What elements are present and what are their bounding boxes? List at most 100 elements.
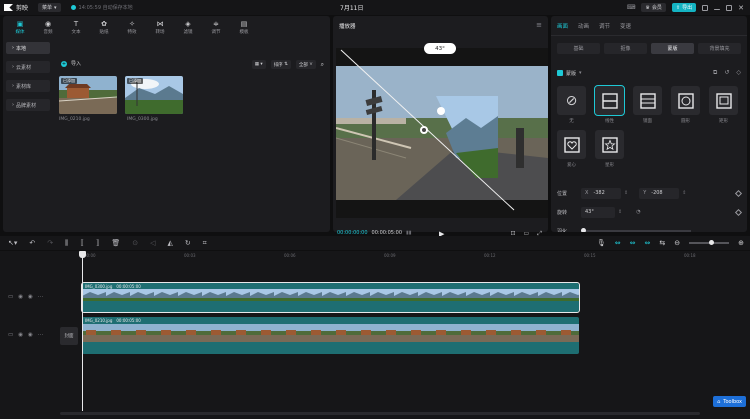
magnet-icon[interactable]: ⇔ (630, 239, 636, 247)
sidebar-item-cloud[interactable]: › 云素材 (6, 61, 50, 73)
clip-img0300[interactable]: IMG_0300.jpg 00:00:05:00 (81, 282, 580, 313)
position-label: 位置 (557, 190, 568, 197)
link-icon[interactable]: ⇔ (645, 239, 651, 247)
ruler-tick-label: 00:12 (484, 253, 496, 258)
mirror-icon[interactable]: ◭ (167, 239, 172, 247)
freeze-icon[interactable]: ⊙ (132, 239, 138, 247)
keyframe-icon[interactable] (734, 189, 743, 197)
added-badge: 已添加 (61, 78, 77, 84)
filter-all-button[interactable]: 全部 ⋎ (295, 60, 316, 69)
sidebar-item-brand[interactable]: › 品牌素材 (6, 99, 50, 111)
zoom-out-icon[interactable]: ⊖ (674, 239, 680, 247)
zoom-in-icon[interactable]: ⊕ (738, 239, 744, 247)
position-x-field[interactable]: X -382 (581, 187, 621, 199)
reset-icon[interactable]: ↺ (724, 69, 729, 77)
preview-canvas[interactable] (336, 48, 548, 218)
visibility-icon[interactable]: ◉ (18, 332, 23, 338)
select-tool-icon[interactable]: ↖▾ (8, 239, 17, 247)
audio-icon[interactable]: ◉ (28, 332, 33, 338)
tab-media-5[interactable]: ⋈ 转场 (149, 16, 171, 38)
mask-star[interactable]: 星形 (595, 130, 624, 168)
zoom-slider[interactable] (689, 240, 730, 245)
tab-picture[interactable]: 画面 (557, 22, 568, 30)
toolbox-button[interactable]: ⌂ Toolbox (713, 396, 746, 407)
cover-button[interactable]: 封面 (60, 327, 78, 345)
linear-mask-icon (601, 92, 618, 109)
rotate-field[interactable]: 43° (581, 206, 615, 218)
trim-right-icon[interactable]: ⟧ (96, 239, 99, 247)
tab-media-7[interactable]: ≑ 调节 (205, 16, 227, 38)
lock-icon[interactable]: ▭ (8, 294, 13, 300)
timeline-scrollbar[interactable] (60, 412, 700, 415)
feather-slider[interactable] (581, 228, 691, 232)
import-button[interactable]: + 导入 (61, 60, 81, 67)
undo-icon[interactable]: ↶ (29, 239, 35, 247)
close-icon[interactable]: ✕ (738, 4, 744, 12)
time-ruler[interactable]: 00:00 00:03 00:06 00:09 00:12 00:15 00:18 (80, 251, 750, 261)
split-icon[interactable]: ⫼ (65, 239, 68, 248)
subtab-background[interactable]: 背景填充 (698, 43, 741, 54)
search-icon[interactable]: ⌕ (321, 61, 324, 69)
feather-row: 羽化 (557, 225, 741, 232)
minimize-icon[interactable] (714, 8, 721, 10)
mask-none[interactable]: ⊘ 无 (557, 86, 586, 124)
tab-media-3[interactable]: ✿ 贴纸 (93, 16, 115, 38)
ruler-tick-label: 00:06 (284, 253, 296, 258)
menu-button[interactable]: 菜单 ▾ (38, 3, 61, 12)
keyframe-icon[interactable]: ◇ (736, 69, 741, 77)
sort-button[interactable]: 排序 ⇅ (270, 60, 291, 69)
mask-circle[interactable]: 圆形 (671, 86, 700, 124)
audio-icon[interactable]: ◉ (28, 294, 33, 300)
more-icon[interactable]: ⋯ (38, 332, 44, 338)
sidebar-item-local[interactable]: › 本地 (6, 42, 50, 54)
mask-linear[interactable]: 线性 (594, 85, 625, 124)
invert-icon[interactable]: ⧉ (713, 69, 717, 77)
tab-media-1[interactable]: ◉ 音频 (37, 16, 59, 38)
tab-media-0[interactable]: ▣ 媒体 (9, 16, 31, 38)
mask-checkbox[interactable] (557, 70, 563, 76)
export-button[interactable]: ⇪ 导出 (671, 3, 697, 12)
lock-icon[interactable]: ▭ (8, 332, 13, 338)
subtab-mask[interactable]: 蒙版 (651, 43, 694, 54)
media-thumb-img0300[interactable]: 已添加 (125, 76, 183, 114)
position-y-field[interactable]: Y -208 (639, 187, 680, 199)
tab-media-4[interactable]: ✧ 特效 (121, 16, 143, 38)
clip-img0210[interactable]: IMG_0210.jpg 00:00:05:00 (82, 317, 579, 354)
shortcut-icon[interactable]: ⌨ (627, 4, 636, 11)
tab-speed[interactable]: 变速 (620, 22, 631, 30)
mask-rect[interactable]: 矩形 (709, 86, 738, 124)
tab-media-2[interactable]: T 文本 (65, 16, 87, 38)
preview-axis-icon[interactable]: ⇆ (659, 239, 665, 247)
tab-media-6[interactable]: ◈ 滤镜 (177, 16, 199, 38)
delete-icon[interactable]: 🗑 (111, 239, 120, 247)
keyframe-icon[interactable] (734, 208, 743, 216)
track-controls-top: ▭ ◉ ◉ ⋯ (8, 294, 43, 300)
reverse-icon[interactable]: ◁ (150, 239, 155, 247)
more-icon[interactable]: ⋯ (38, 294, 44, 300)
microphone-icon[interactable]: 🎙 (597, 239, 606, 247)
playhead[interactable] (82, 251, 83, 411)
maximize-icon[interactable] (726, 4, 733, 11)
layout-icon[interactable] (702, 4, 709, 11)
member-button[interactable]: ♛ 会员 (641, 3, 666, 12)
crop-icon[interactable]: ⌗ (203, 239, 207, 248)
star-mask-icon (601, 136, 618, 153)
tab-media-8[interactable]: ▤ 模板 (233, 16, 255, 38)
media-thumb-img0210[interactable]: 已添加 (59, 76, 117, 114)
link-main-track-icon[interactable]: ⇔ (615, 239, 621, 247)
mask-heart[interactable]: 爱心 (557, 130, 586, 168)
view-toggle-button[interactable]: ▦ ▾ (251, 60, 266, 69)
sidebar-item-library[interactable]: › 素材库 (6, 80, 50, 92)
trim-left-icon[interactable]: ⟦ (80, 239, 83, 247)
subtab-basic[interactable]: 基础 (557, 43, 600, 54)
redo-icon[interactable]: ↷ (47, 239, 53, 247)
tab-adjust[interactable]: 调节 (599, 22, 610, 30)
subtab-cutout[interactable]: 抠像 (604, 43, 647, 54)
menu-icon[interactable]: ≡ (536, 21, 542, 29)
mask-mirror[interactable]: 镜面 (633, 86, 662, 124)
visibility-icon[interactable]: ◉ (18, 294, 23, 300)
tab-animation[interactable]: 动画 (578, 22, 589, 30)
rotate-dial-icon[interactable]: ◔ (636, 209, 640, 215)
media-panel: ▣ 媒体 ◉ 音频 T 文本 ✿ 贴纸 ✧ 特效 ⋈ 转场 ◈ 滤镜 ≑ 调节 ▤ 模板 › 本地 › 云素材 › 素材… (3, 16, 330, 232)
rotate-icon[interactable]: ↻ (185, 239, 191, 247)
